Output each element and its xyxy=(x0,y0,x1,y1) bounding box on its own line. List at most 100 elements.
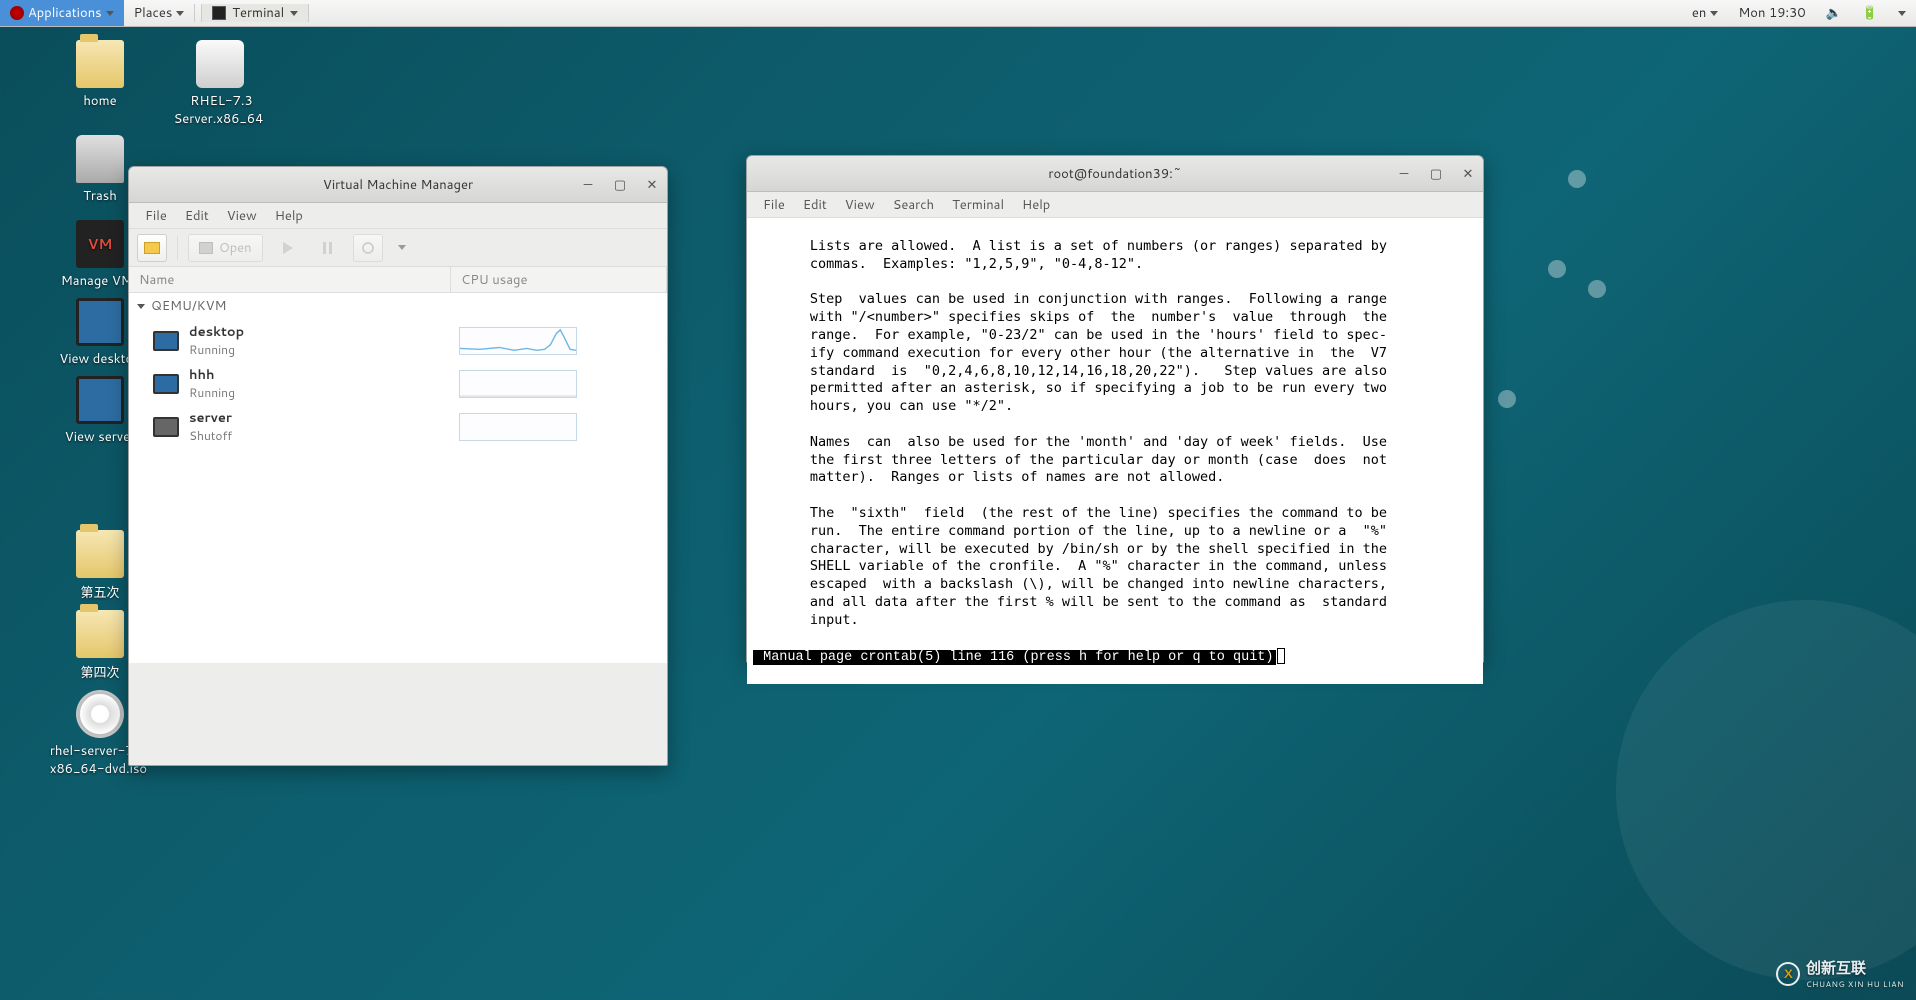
task-list: Terminal xyxy=(201,4,309,22)
lang-label: en xyxy=(1692,4,1706,22)
volume-icon: 🔈 xyxy=(1826,4,1842,22)
desktop-icon-label: 第五次 xyxy=(77,583,122,603)
vm-name: desktop xyxy=(189,323,449,341)
vm-icon: VM xyxy=(76,220,124,268)
applications-menu[interactable]: Applications xyxy=(0,0,124,26)
minimize-button[interactable]: — xyxy=(1397,167,1411,181)
menu-file[interactable]: File xyxy=(137,205,175,227)
terminal-titlebar[interactable]: root@foundation39:~ — ▢ ✕ xyxy=(747,156,1483,192)
folder-icon xyxy=(76,530,124,578)
column-name[interactable]: Name xyxy=(129,267,451,292)
desktop-icon-label: 第四次 xyxy=(77,663,122,683)
menu-file[interactable]: File xyxy=(755,194,793,216)
task-terminal[interactable]: Terminal xyxy=(201,4,309,22)
watermark: X 创新互联 CHUANG XIN HU LIAN xyxy=(1776,957,1904,990)
chevron-down-icon xyxy=(1710,11,1718,16)
background-decor xyxy=(1616,600,1916,980)
folder-icon xyxy=(76,610,124,658)
menu-terminal[interactable]: Terminal xyxy=(944,194,1012,216)
menu-edit[interactable]: Edit xyxy=(177,205,217,227)
vmm-window[interactable]: Virtual Machine Manager — ▢ ✕ File Edit … xyxy=(128,166,668,766)
vm-status: Running xyxy=(189,384,449,401)
desktop-icon-home[interactable]: home xyxy=(40,40,160,110)
top-panel: Applications Places Terminal en Mon 19:3… xyxy=(0,0,1916,27)
vm-status: Shutoff xyxy=(189,427,449,444)
terminal-body[interactable]: Lists are allowed. A list is a set of nu… xyxy=(747,218,1483,684)
vmm-column-headers: Name CPU usage xyxy=(129,267,667,293)
clock-label: Mon 19:30 xyxy=(1738,4,1805,22)
vm-thumbnail-icon xyxy=(153,331,179,351)
drive-icon xyxy=(196,40,244,88)
play-icon xyxy=(283,242,293,254)
chevron-down-icon xyxy=(106,11,114,16)
new-vm-icon xyxy=(144,242,160,254)
vm-thumbnail-icon xyxy=(153,417,179,437)
column-cpu-label: CPU usage xyxy=(461,271,527,289)
vm-row-desktop[interactable]: desktop Running xyxy=(129,319,667,362)
volume-indicator[interactable]: 🔈 xyxy=(1816,0,1852,26)
column-cpu[interactable]: CPU usage xyxy=(451,267,667,292)
applications-label: Applications xyxy=(28,4,102,22)
places-menu[interactable]: Places xyxy=(124,0,195,26)
menu-view[interactable]: View xyxy=(219,205,265,227)
vmm-title: Virtual Machine Manager xyxy=(323,176,473,194)
separator xyxy=(194,4,195,22)
desktop-icon-rhel-server[interactable]: RHEL-7.3 Server.x86_64 xyxy=(160,40,280,128)
pause-button[interactable] xyxy=(313,234,343,262)
minimize-button[interactable]: — xyxy=(581,178,595,192)
close-button[interactable]: ✕ xyxy=(1461,167,1475,181)
menu-edit[interactable]: Edit xyxy=(795,194,835,216)
maximize-button[interactable]: ▢ xyxy=(1429,167,1443,181)
monitor-icon xyxy=(76,376,124,424)
cpu-sparkline xyxy=(459,370,577,398)
watermark-sub: CHUANG XIN HU LIAN xyxy=(1806,978,1904,990)
pause-icon xyxy=(323,242,332,254)
vmm-toolbar: Open xyxy=(129,229,667,267)
desktop-icon-label: RHEL-7.3 Server.x86_64 xyxy=(174,91,267,129)
watermark-brand: 创新互联 xyxy=(1806,957,1904,978)
shutdown-menu-button[interactable] xyxy=(393,234,411,262)
menu-help[interactable]: Help xyxy=(1014,194,1058,216)
separator xyxy=(177,236,178,260)
vm-row-hhh[interactable]: hhh Running xyxy=(129,362,667,405)
disc-icon xyxy=(76,690,124,738)
group-label: QEMU/KVM xyxy=(151,297,226,315)
terminal-text: Lists are allowed. A list is a set of nu… xyxy=(753,238,1387,628)
monitor-icon xyxy=(76,298,124,346)
distro-icon xyxy=(10,6,24,20)
menu-view[interactable]: View xyxy=(837,194,883,216)
vmm-titlebar[interactable]: Virtual Machine Manager — ▢ ✕ xyxy=(129,167,667,203)
system-menu[interactable] xyxy=(1888,0,1916,26)
chevron-down-icon xyxy=(290,11,298,16)
expand-icon xyxy=(137,304,145,309)
desktop-icon-label: home xyxy=(80,91,119,111)
battery-indicator[interactable]: 🔋 xyxy=(1852,0,1888,26)
shutdown-button[interactable] xyxy=(353,234,383,262)
background-dot xyxy=(1568,170,1586,188)
chevron-down-icon xyxy=(1898,11,1906,16)
menu-help[interactable]: Help xyxy=(267,205,311,227)
vm-row-server[interactable]: server Shutoff xyxy=(129,405,667,448)
desktop-icon-label: Trash xyxy=(80,186,120,206)
clock[interactable]: Mon 19:30 xyxy=(1728,0,1815,26)
maximize-button[interactable]: ▢ xyxy=(613,178,627,192)
terminal-window[interactable]: root@foundation39:~ — ▢ ✕ File Edit View… xyxy=(746,155,1484,663)
cursor xyxy=(1277,648,1285,664)
close-button[interactable]: ✕ xyxy=(645,178,659,192)
background-dot xyxy=(1498,390,1516,408)
input-source-indicator[interactable]: en xyxy=(1682,0,1728,26)
hypervisor-group[interactable]: QEMU/KVM xyxy=(129,293,667,319)
open-label: Open xyxy=(219,239,252,257)
run-button[interactable] xyxy=(273,234,303,262)
terminal-icon xyxy=(212,6,226,20)
background-dot xyxy=(1588,280,1606,298)
open-button[interactable]: Open xyxy=(188,234,263,262)
vm-list[interactable]: QEMU/KVM desktop Running hhh Running xyxy=(129,293,667,663)
new-vm-button[interactable] xyxy=(137,234,167,262)
man-status-line: Manual page crontab(5) line 116 (press h… xyxy=(753,650,1276,665)
cpu-sparkline xyxy=(459,413,577,441)
vm-name: server xyxy=(189,409,449,427)
terminal-menubar: File Edit View Search Terminal Help xyxy=(747,192,1483,218)
vm-name: hhh xyxy=(189,366,449,384)
menu-search[interactable]: Search xyxy=(885,194,942,216)
